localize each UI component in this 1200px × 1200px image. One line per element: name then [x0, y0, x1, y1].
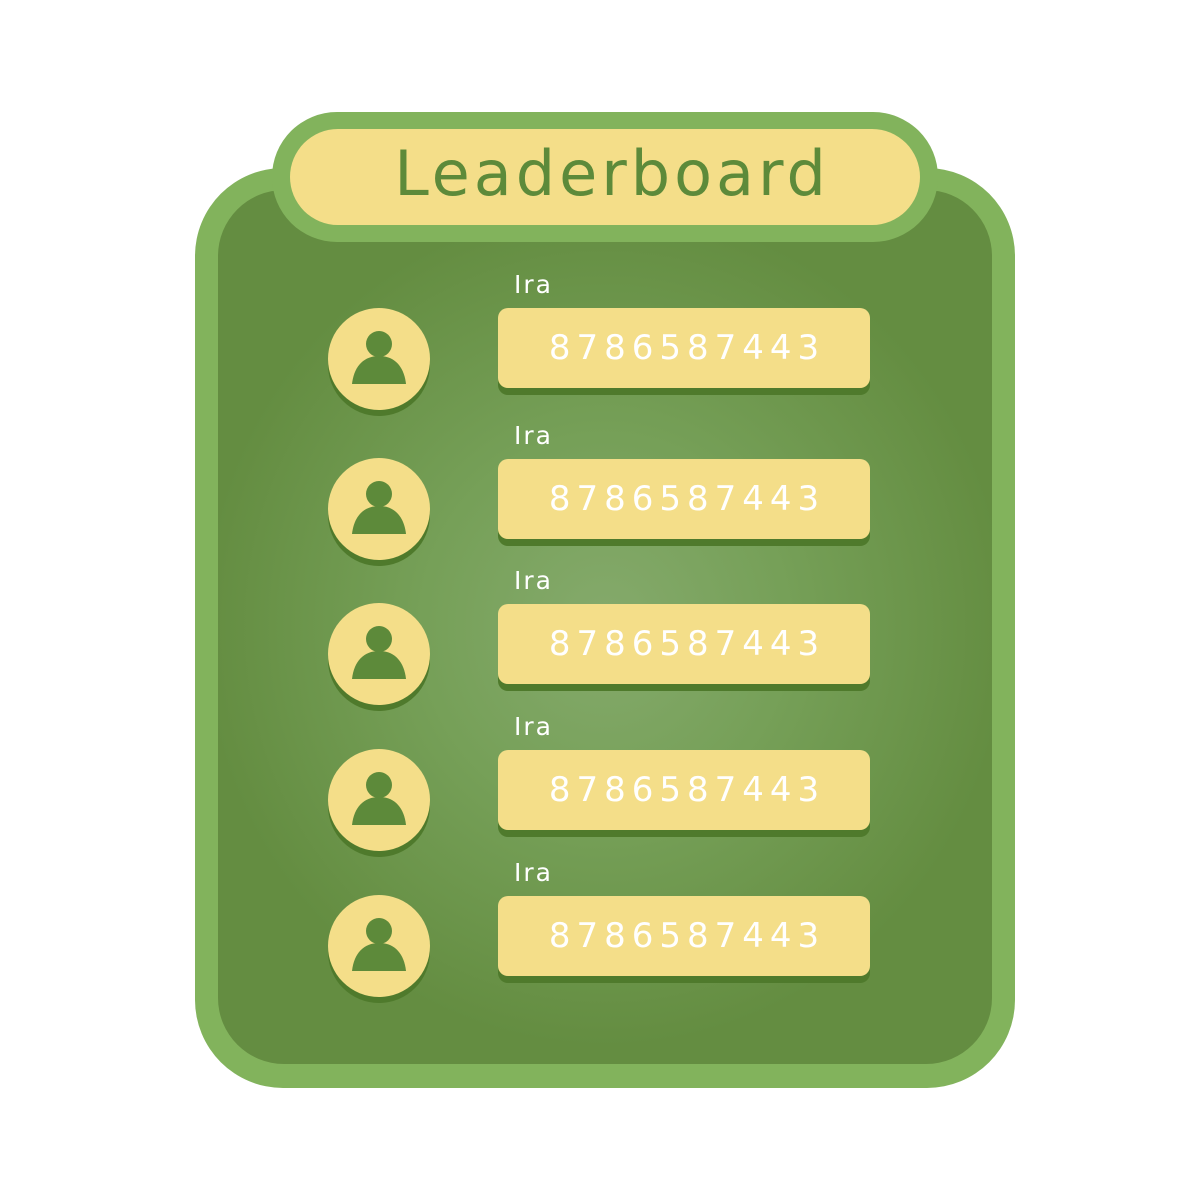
user-avatar-icon[interactable] — [328, 458, 430, 560]
score-box: 8786587443 — [498, 604, 870, 684]
player-name: Ira — [514, 712, 553, 741]
score-value: 8786587443 — [548, 770, 826, 810]
leaderboard-screen: Leaderboard Ira 8786587443 Ira 878658744… — [0, 0, 1200, 1200]
title-tab: Leaderboard — [290, 129, 920, 225]
user-avatar-icon[interactable] — [328, 895, 430, 997]
score-box: 8786587443 — [498, 308, 870, 388]
score-value: 8786587443 — [548, 916, 826, 956]
user-avatar-icon[interactable] — [328, 749, 430, 851]
user-avatar-icon[interactable] — [328, 603, 430, 705]
score-box: 8786587443 — [498, 459, 870, 539]
user-avatar-icon[interactable] — [328, 308, 430, 410]
player-name: Ira — [514, 270, 553, 299]
score-value: 8786587443 — [548, 328, 826, 368]
player-name: Ira — [514, 858, 553, 887]
page-title: Leaderboard — [394, 137, 830, 210]
score-box: 8786587443 — [498, 750, 870, 830]
player-name: Ira — [514, 566, 553, 595]
score-value: 8786587443 — [548, 624, 826, 664]
score-box: 8786587443 — [498, 896, 870, 976]
score-value: 8786587443 — [548, 479, 826, 519]
player-name: Ira — [514, 421, 553, 450]
